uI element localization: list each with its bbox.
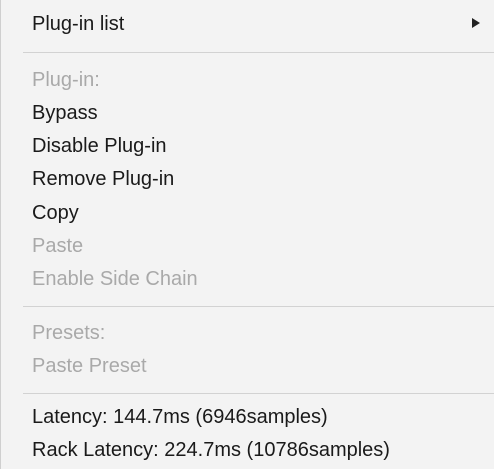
menu-item-paste-preset: Paste Preset [32, 355, 147, 377]
latency-readout: Latency: 144.7ms (6946samples) [32, 406, 328, 428]
menu-item-plugin-list[interactable]: Plug-in list [32, 8, 124, 40]
menu-item-bypass[interactable]: Bypass [32, 97, 98, 129]
menu-separator [23, 52, 494, 53]
menu-separator [23, 393, 494, 394]
menu-item-disable-plugin[interactable]: Disable Plug-in [32, 130, 167, 162]
menu-item-remove-plugin[interactable]: Remove Plug-in [32, 163, 174, 195]
menu-item-enable-side-chain: Enable Side Chain [32, 268, 198, 290]
chevron-right-icon [472, 18, 480, 28]
plugin-context-menu: Plug-in list Plug-in: Bypass Disable Plu… [0, 0, 494, 469]
menu-item-plugin-list-label: Plug-in list [32, 13, 125, 35]
menu-item-paste: Paste [32, 235, 84, 257]
rack-latency-readout: Rack Latency: 224.7ms (10786samples) [32, 439, 390, 461]
menu-item-copy[interactable]: Copy [32, 197, 79, 229]
menu-separator [23, 306, 494, 307]
menu-header-presets: Presets: [32, 322, 106, 344]
menu-header-plugin: Plug-in: [32, 69, 100, 91]
